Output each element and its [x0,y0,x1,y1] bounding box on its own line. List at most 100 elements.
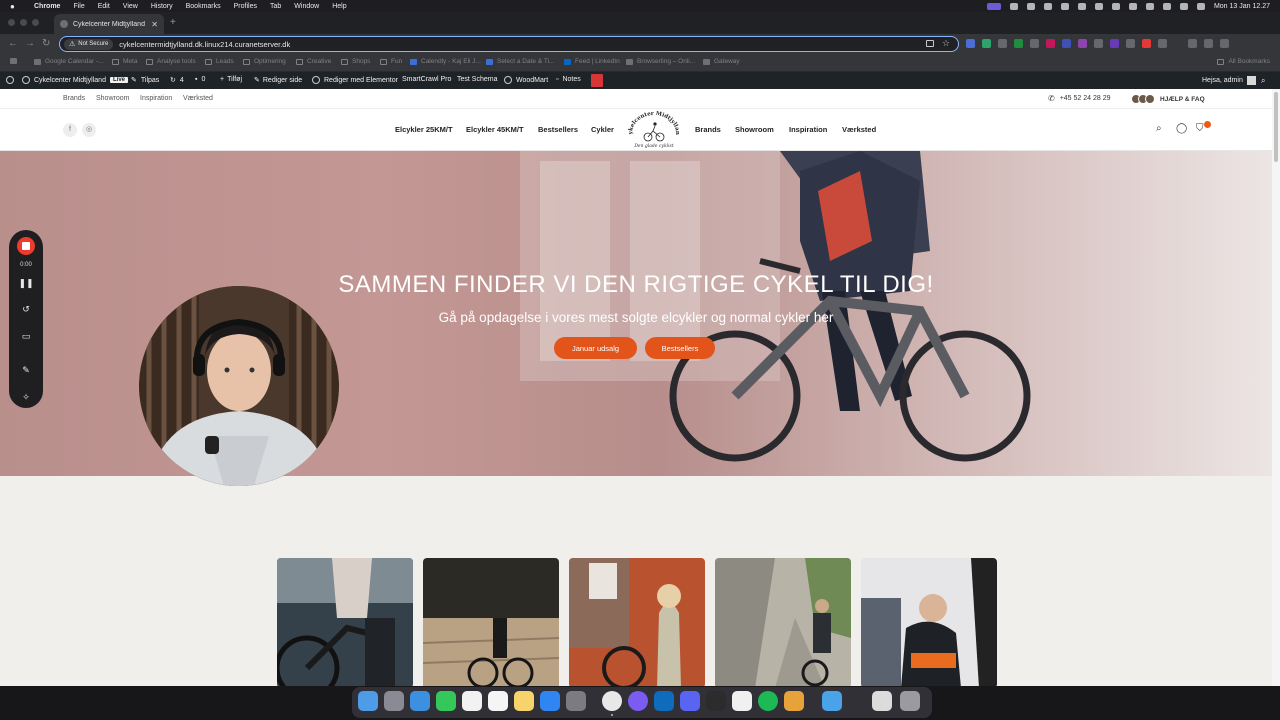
toplink-brands[interactable]: Brands [63,95,85,102]
nav-elcykler-45[interactable]: Elcykler 45KM/T [466,125,524,134]
nav-elcykler-25[interactable]: Elcykler 25KM/T [395,125,453,134]
wp-logo-icon[interactable] [6,76,18,84]
window-zoom-button[interactable] [32,19,39,26]
nav-inspiration[interactable]: Inspiration [789,125,827,134]
account-user-icon[interactable]: ◯ [1176,123,1187,134]
not-secure-badge[interactable]: ⚠ Not Secure [64,38,114,50]
discord-icon[interactable] [680,691,700,711]
wp-account[interactable]: Hejsa, admin [1202,76,1256,85]
menu-profiles[interactable]: Profiles [234,3,257,10]
extension-icon-1[interactable] [966,39,975,48]
extension-icon-13[interactable] [1158,39,1167,48]
category-thumbnail-5[interactable] [861,558,997,686]
finder-icon[interactable] [358,691,378,711]
wp-site-name[interactable]: Cykelcenter Midtjylland Live [22,76,128,84]
page-scrollbar-thumb[interactable] [1274,92,1278,162]
apps-grid-icon[interactable] [10,58,21,64]
category-thumbnail-4[interactable] [715,558,851,686]
menu-bookmarks[interactable]: Bookmarks [186,3,221,10]
status-icon-3[interactable] [1043,2,1052,10]
back-arrow-icon[interactable]: ← [8,38,18,49]
bookmark-browserling[interactable]: Browserling – Onli... [626,58,695,65]
download-icon[interactable] [1204,39,1213,48]
bookmark-folder-optimering[interactable]: Optimering [243,58,286,65]
reload-icon[interactable]: ↻ [42,38,50,49]
bookmark-folder-leads[interactable]: Leads [205,58,234,65]
bookmark-linkedin-feed[interactable]: Feed | LinkedIn [564,58,620,65]
extension-icon-12[interactable] [1142,39,1151,48]
new-tab-plus-icon[interactable]: + [170,17,176,28]
photos-icon[interactable] [732,691,752,711]
january-sale-button[interactable]: Januar udsalg [554,337,637,359]
messages-icon[interactable] [436,691,456,711]
category-thumbnail-2[interactable] [423,558,559,686]
wp-new[interactable]: + Tilføj [220,76,242,83]
site-logo[interactable]: Cykelcenter Midtjylland Den glade cyklis… [622,107,684,149]
status-icon-6[interactable] [1094,2,1103,10]
status-icon-5[interactable] [1077,2,1086,10]
status-icon-4[interactable] [1060,2,1069,10]
effects-sparkle-icon[interactable]: ✧ [9,392,43,403]
all-bookmarks[interactable]: All Bookmarks [1217,58,1270,65]
bestsellers-button[interactable]: Bestsellers [645,337,715,359]
toplink-inspiration[interactable]: Inspiration [140,95,172,102]
profile-avatar-icon[interactable] [1220,39,1229,48]
status-icon-2[interactable] [1026,2,1035,10]
stop-recording-button[interactable] [17,237,35,255]
extension-icon-3[interactable] [998,39,1007,48]
bookmark-folder-analyse-tools[interactable]: Analyse tools [146,58,196,65]
extension-icon-2[interactable] [982,39,991,48]
nav-showroom[interactable]: Showroom [735,125,774,134]
downloads-folder-icon[interactable] [822,691,842,711]
bookmark-folder-meta[interactable]: Meta [112,58,137,65]
category-thumbnail-1[interactable] [277,558,413,686]
pause-icon[interactable]: ❚❚ [9,278,43,289]
bookmark-select-date[interactable]: Select a Date & Ti... [486,58,554,65]
sublime-text-icon[interactable] [784,691,804,711]
spotify-icon[interactable] [758,691,778,711]
notes-app-icon[interactable] [514,691,534,711]
extension-icon-9[interactable] [1094,39,1103,48]
reminders-icon[interactable] [488,691,508,711]
nav-bestsellers[interactable]: Bestsellers [538,125,578,134]
menubar-clock[interactable]: Mon 13 Jan 12.27 [1214,3,1270,10]
menu-file[interactable]: File [73,3,84,10]
status-icon-1[interactable] [1009,2,1018,10]
extension-icon-14[interactable] [1188,39,1197,48]
nav-vaerksted[interactable]: Værksted [842,125,876,134]
category-thumbnail-3[interactable] [569,558,705,686]
install-app-icon[interactable] [926,40,934,47]
wp-updates[interactable]: ↻ 4 [170,76,184,85]
extension-icon-4[interactable] [1014,39,1023,48]
apple-menu-icon[interactable]: ● [10,2,20,11]
window-close-button[interactable] [8,19,15,26]
outlook-icon[interactable] [654,691,674,711]
browser-tab-active[interactable]: Cykelcenter Midtjylland - Din ✕ [54,14,164,34]
wp-edit-elementor[interactable]: Rediger med Elementor [312,76,398,84]
menu-tab[interactable]: Tab [270,3,281,10]
wp-smartcrawl[interactable]: SmartCrawl Pro [402,76,451,83]
chrome-icon[interactable] [602,691,622,711]
bookmark-google-calendar[interactable]: Google Calendar -... [34,58,104,65]
pencil-draw-icon[interactable]: ✎ [9,365,43,376]
control-center-icon[interactable] [1196,2,1205,10]
bookmark-calendly[interactable]: Calendly - Kaj Eli J... [410,58,481,65]
wp-comments[interactable]: ▪ 0 [195,76,205,83]
faq-link[interactable]: HJÆLP & FAQ [1131,94,1205,104]
app-store-icon[interactable] [540,691,560,711]
screen-record-status-icon[interactable] [986,2,1001,10]
status-icon-8[interactable] [1128,2,1137,10]
wp-search-icon[interactable]: ⌕ [1261,76,1265,86]
menu-edit[interactable]: Edit [98,3,110,10]
menu-app-name[interactable]: Chrome [34,3,60,10]
figma-icon[interactable] [706,691,726,711]
wifi-icon[interactable] [1145,2,1154,10]
extension-icon-8[interactable] [1078,39,1087,48]
extension-icon-11[interactable] [1126,39,1135,48]
forward-arrow-icon[interactable]: → [25,38,35,49]
facebook-icon[interactable]: f [63,123,77,137]
extension-icon-10[interactable] [1110,39,1119,48]
wp-edit-page[interactable]: ✎ Rediger side [254,76,302,85]
instagram-icon[interactable]: ◎ [82,123,96,137]
toplink-showroom[interactable]: Showroom [96,95,129,102]
